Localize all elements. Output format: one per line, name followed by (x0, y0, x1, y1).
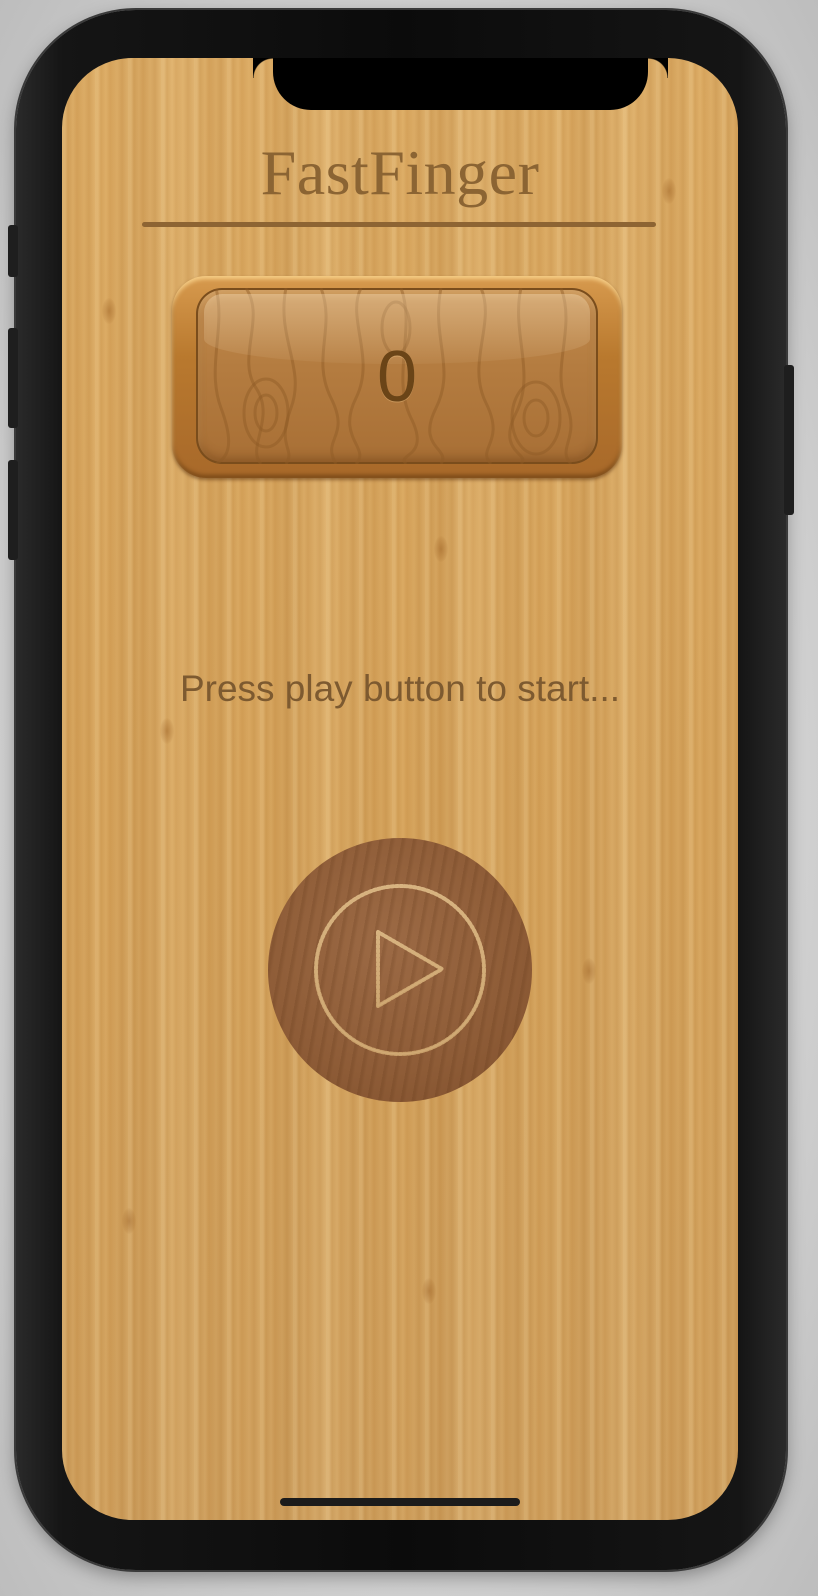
play-icon (314, 884, 486, 1056)
mute-switch (8, 225, 18, 277)
play-button[interactable] (268, 838, 532, 1102)
wood-knot (434, 536, 448, 562)
score-plaque: 0 (172, 276, 622, 478)
volume-down-button (8, 460, 18, 560)
title-divider (142, 222, 656, 227)
home-indicator[interactable] (280, 1498, 520, 1506)
app-title: FastFinger (260, 137, 540, 208)
app-screen: FastFinger 0 Press play button to start.… (62, 58, 738, 1520)
wood-knot (422, 1278, 436, 1304)
score-panel: 0 (196, 288, 598, 464)
camera-notch (273, 58, 648, 110)
score-value: 0 (376, 337, 418, 417)
wood-knot (102, 298, 116, 324)
wood-knot (160, 718, 174, 744)
start-hint-text: Press play button to start... (179, 668, 621, 709)
power-button (784, 365, 794, 515)
wood-knot (122, 1208, 136, 1234)
volume-up-button (8, 328, 18, 428)
wood-knot (582, 958, 596, 984)
